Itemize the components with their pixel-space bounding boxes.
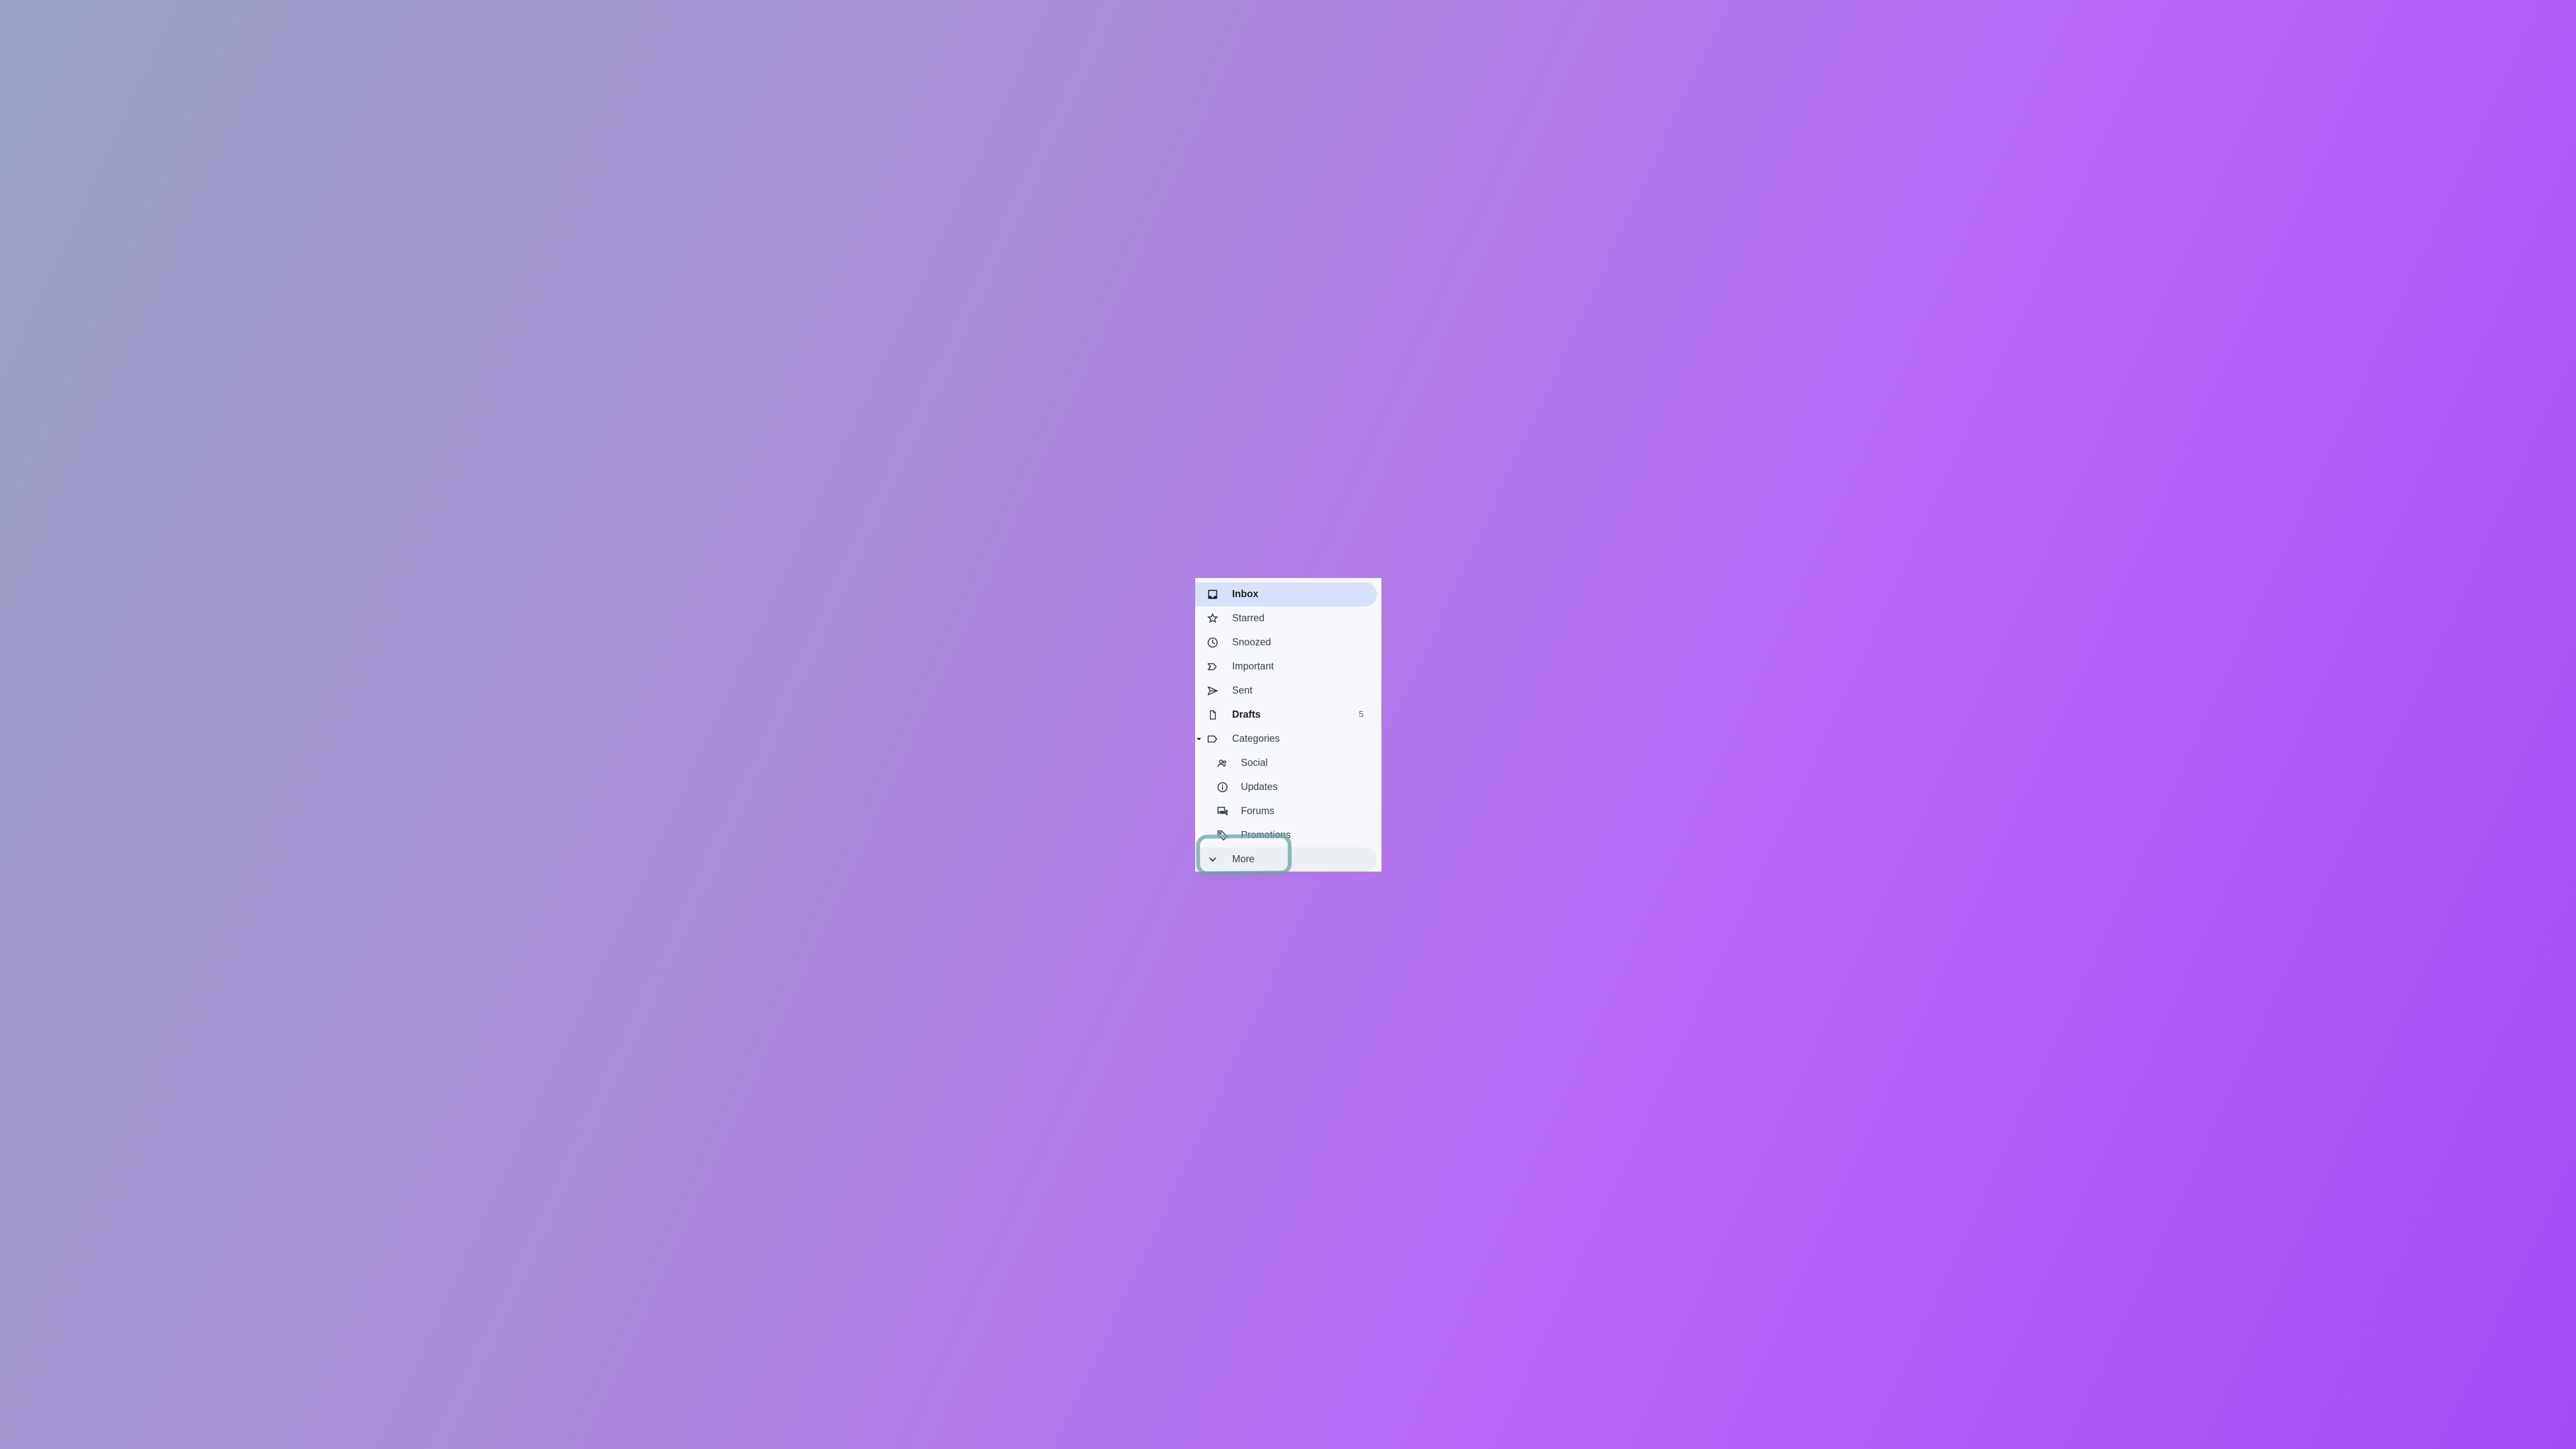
sidebar-item-label: Promotions xyxy=(1241,829,1367,841)
sidebar-item-label: More xyxy=(1232,854,1367,865)
sidebar-item-label: Social xyxy=(1241,757,1367,769)
tag-icon xyxy=(1216,829,1229,842)
sidebar-item-label: Categories xyxy=(1232,733,1367,744)
star-icon xyxy=(1206,612,1219,625)
label-icon xyxy=(1206,732,1219,746)
caret-down-icon[interactable] xyxy=(1196,736,1206,742)
file-icon xyxy=(1206,708,1219,721)
forum-icon xyxy=(1216,805,1229,818)
send-icon xyxy=(1206,684,1219,697)
sidebar-item-updates[interactable]: Updates xyxy=(1195,775,1377,799)
important-icon xyxy=(1206,660,1219,673)
sidebar-item-label: Snoozed xyxy=(1232,637,1367,648)
people-icon xyxy=(1216,757,1229,770)
info-icon xyxy=(1216,781,1229,794)
sidebar-item-drafts[interactable]: Drafts 5 xyxy=(1195,703,1377,727)
sidebar-item-sent[interactable]: Sent xyxy=(1195,679,1377,703)
sidebar-item-more[interactable]: More xyxy=(1195,847,1377,872)
sidebar-panel: Inbox Starred Snoozed Important Sent Dra… xyxy=(1195,578,1381,872)
sidebar-item-starred[interactable]: Starred xyxy=(1195,606,1377,631)
sidebar-item-label: Updates xyxy=(1241,781,1367,793)
sidebar-item-snoozed[interactable]: Snoozed xyxy=(1195,631,1377,655)
clock-icon xyxy=(1206,636,1219,649)
sidebar-item-label: Sent xyxy=(1232,685,1367,696)
sidebar-item-label: Starred xyxy=(1232,612,1367,624)
chevron-down-icon xyxy=(1206,853,1219,866)
sidebar-item-social[interactable]: Social xyxy=(1195,751,1377,775)
sidebar-item-label: Forums xyxy=(1241,805,1367,817)
sidebar-item-label: Drafts xyxy=(1232,709,1359,720)
sidebar-item-label: Important xyxy=(1232,661,1367,672)
sidebar-item-categories[interactable]: Categories xyxy=(1195,727,1377,751)
sidebar-item-inbox[interactable]: Inbox xyxy=(1195,582,1377,606)
drafts-count: 5 xyxy=(1359,710,1367,720)
sidebar-item-important[interactable]: Important xyxy=(1195,655,1377,679)
sidebar-item-forums[interactable]: Forums xyxy=(1195,799,1377,823)
inbox-icon xyxy=(1206,588,1219,601)
sidebar-item-promotions[interactable]: Promotions xyxy=(1195,823,1377,847)
sidebar-item-label: Inbox xyxy=(1232,588,1367,600)
